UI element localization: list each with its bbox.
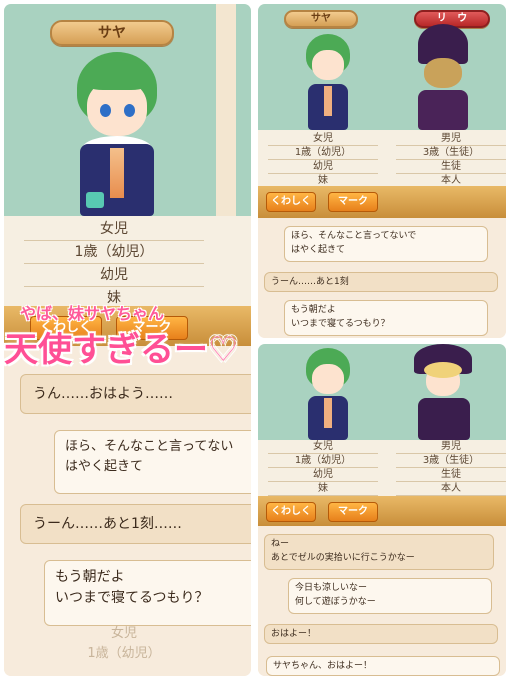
saya-character-image (298, 34, 358, 130)
details-button[interactable]: くわしく (266, 192, 316, 212)
info-stage: 生徒 (396, 160, 506, 174)
right-info-table: 男児 3歳（生徒） 生徒 本人 (396, 132, 506, 188)
info-stage: 幼児 (268, 468, 378, 482)
overlay-caption-main: 天使すぎるー♡ (4, 322, 238, 371)
rival-character-image (408, 24, 478, 130)
saya-character-image (298, 348, 358, 440)
chat-message: ねー あとでゼルの実拾いに行こうかなー (264, 534, 494, 570)
faded-info-gender: 女児 (110, 626, 137, 641)
saya-character-image (62, 52, 172, 217)
chat-message: もう朝だよ いつまで寝てるつもり？ (44, 560, 251, 626)
chat-message: おはよー！ (264, 624, 498, 644)
chat-message: うーん……あと1刻…… (20, 504, 251, 544)
info-age: 3歳（生徒） (396, 146, 506, 160)
right-bottom-game-screen: 女児 1歳（幼児） 幼児 妹 男児 3歳（生徒） 生徒 本人 くわしく マーク … (258, 344, 506, 676)
left-info-table: 女児 1歳（幼児） 幼児 妹 (268, 132, 378, 188)
character-scene: サヤ (4, 4, 251, 216)
info-gender: 女児 (268, 440, 378, 454)
chat-message: もう朝だよ いつまで寝てるつもり？ (284, 300, 488, 336)
info-stage: 生徒 (396, 468, 506, 482)
info-age: 1歳（幼児） (268, 454, 378, 468)
right-top-game-screen: サヤ リ ウ 女児 1歳（幼児） 幼児 妹 男児 3歳（生徒） 生徒 本人 くわ… (258, 4, 506, 338)
chat-message: 今日も涼しいなー 何して遊ぼうかなー (288, 578, 492, 614)
info-gender: 女児 (268, 132, 378, 146)
info-stage: 幼児 (268, 160, 378, 174)
chat-message: ほら、そんなこと言ってない はやく起きて (54, 430, 251, 494)
mark-button[interactable]: マーク (328, 502, 378, 522)
faded-info: 女児 1歳（幼児） (44, 624, 204, 664)
details-button[interactable]: くわしく (266, 502, 316, 522)
info-gender: 女児 (24, 218, 204, 241)
info-gender: 男児 (396, 440, 506, 454)
chat-message: うん……おはよう…… (20, 374, 251, 414)
character-name-tag: サヤ (284, 10, 358, 28)
overlay-caption-small: やば、妹サヤちゃん (20, 304, 165, 323)
chat-message: うーん……あと1刻 (264, 272, 498, 292)
overlay-caption-text: 天使すぎるー (4, 330, 208, 370)
info-age: 1歳（幼児） (24, 241, 204, 264)
right-info-table: 男児 3歳（生徒） 生徒 本人 (396, 440, 506, 496)
mark-button[interactable]: マーク (328, 192, 378, 212)
info-age: 3歳（生徒） (396, 454, 506, 468)
rival-character-image (408, 344, 480, 440)
faded-info-age: 1歳（幼児） (87, 646, 161, 661)
chat-message: ほら、そんなこと言ってないで はやく起きて (284, 226, 488, 262)
info-relation: 妹 (268, 482, 378, 496)
character-name-tag: サヤ (50, 20, 174, 46)
info-stage: 幼児 (24, 264, 204, 287)
left-info-table: 女児 1歳（幼児） 幼児 妹 (268, 440, 378, 496)
chat-message: サヤちゃん、おはよー！ (266, 656, 500, 676)
info-relation: 本人 (396, 482, 506, 496)
heart-icon: ♡ (208, 330, 239, 370)
info-age: 1歳（幼児） (268, 146, 378, 160)
info-gender: 男児 (396, 132, 506, 146)
character-info-table: 女児 1歳（幼児） 幼児 妹 (24, 218, 204, 310)
